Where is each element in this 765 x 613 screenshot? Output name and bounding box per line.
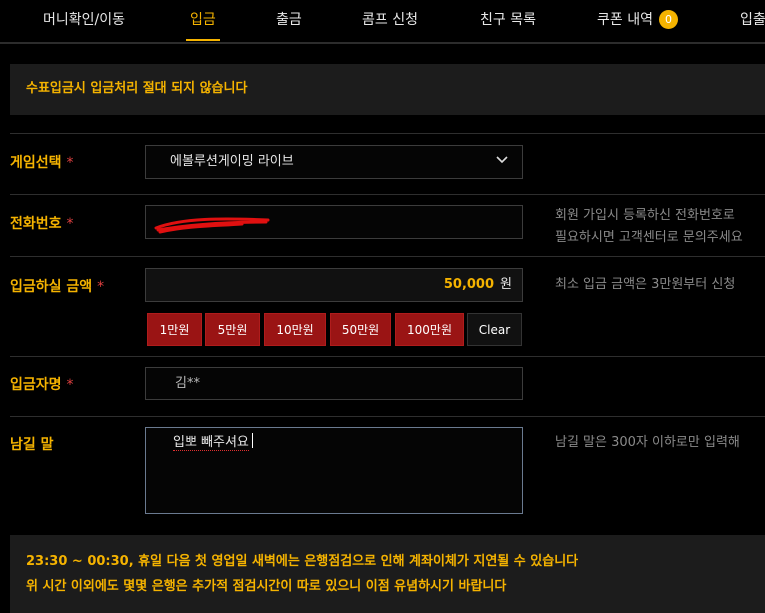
tab-deposit-withdraw-history[interactable]: 입출	[740, 0, 765, 40]
add-500k-button[interactable]: 50만원	[330, 313, 391, 346]
divider	[10, 133, 765, 134]
phone-field[interactable]	[145, 205, 523, 239]
divider	[10, 194, 765, 195]
phone-help-line2: 필요하시면 고객센터로 문의주세요	[555, 230, 743, 245]
notice-line-1: 23:30 ~ 00:30, 휴일 다음 첫 영업일 새벽에는 은행점검으로 인…	[26, 554, 579, 569]
amount-help: 최소 입금 금액은 3만원부터 신청	[555, 277, 736, 292]
redaction-scribble	[154, 217, 270, 234]
add-10k-button[interactable]: 1만원	[147, 313, 202, 346]
amount-label: 입금하실 금액 *	[10, 279, 105, 295]
depositor-name-field[interactable]: 김**	[145, 367, 523, 400]
tab-coupon-label: 쿠폰 내역	[597, 12, 653, 28]
phone-label: 전화번호 *	[10, 216, 74, 232]
tab-coupon-history[interactable]: 쿠폰 내역 0	[597, 0, 678, 40]
required-mark: *	[66, 216, 74, 232]
amount-unit: 원	[500, 277, 512, 292]
amount-field[interactable]: 50,000 원	[145, 268, 523, 302]
coupon-count-badge: 0	[658, 10, 678, 29]
required-mark: *	[66, 377, 74, 393]
notice-line-2: 위 시간 이외에도 몇몇 은행은 추가적 점검시간이 따로 있으니 이점 유념하…	[26, 579, 507, 594]
depositor-label: 입금자명 *	[10, 377, 74, 393]
phone-help-line1: 회원 가입시 등록하신 전화번호로	[555, 208, 735, 223]
game-select[interactable]: 에볼루션게이밍 라이브	[145, 145, 523, 179]
clear-button[interactable]: Clear	[467, 313, 522, 346]
tab-withdraw[interactable]: 출금	[276, 0, 302, 40]
add-1m-button[interactable]: 100만원	[395, 313, 464, 346]
tab-deposit[interactable]: 입금	[186, 0, 220, 41]
game-select-label: 게임선택 *	[10, 155, 74, 171]
divider	[10, 416, 765, 417]
divider	[10, 256, 765, 257]
tab-bar: 머니확인/이동 입금 출금 콤프 신청 친구 목록 쿠폰 내역 0 입출	[0, 0, 765, 44]
amount-value: 50,000	[443, 277, 495, 292]
add-100k-button[interactable]: 10만원	[264, 313, 326, 346]
text-caret	[251, 433, 253, 448]
memo-help: 남길 말은 300자 이하로만 입력해	[555, 435, 740, 450]
bank-maintenance-notice: 23:30 ~ 00:30, 휴일 다음 첫 영업일 새벽에는 은행점검으로 인…	[10, 535, 765, 613]
tab-friend-list[interactable]: 친구 목록	[480, 0, 536, 40]
tab-money-check[interactable]: 머니확인/이동	[43, 0, 125, 40]
chevron-down-icon	[496, 156, 508, 164]
tab-comp-request[interactable]: 콤프 신청	[362, 0, 418, 40]
add-50k-button[interactable]: 5만원	[205, 313, 260, 346]
check-deposit-notice: 수표입금시 입금처리 절대 되지 않습니다	[10, 64, 765, 115]
required-mark: *	[66, 155, 74, 171]
required-mark: *	[97, 279, 105, 295]
memo-textarea[interactable]: 입뽀 빼주셔요	[145, 427, 523, 514]
divider	[10, 356, 765, 357]
memo-text: 입뽀 빼주셔요	[173, 435, 249, 451]
game-select-value: 에볼루션게이밍 라이브	[170, 154, 294, 169]
memo-label: 남길 말	[10, 437, 54, 453]
